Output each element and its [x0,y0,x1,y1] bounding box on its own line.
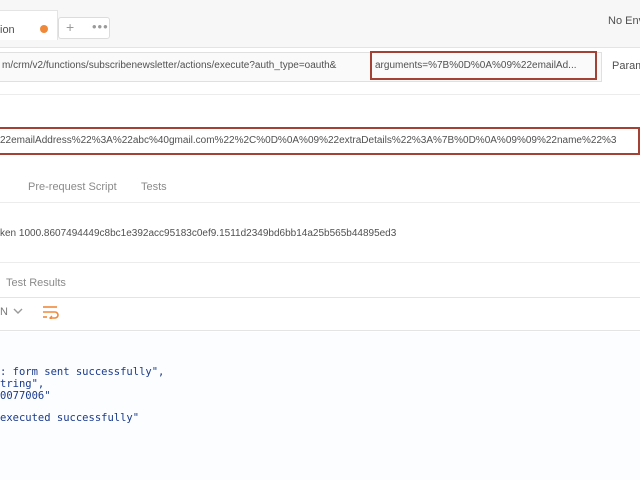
add-tab-button[interactable]: + [66,19,74,35]
url-text: m/crm/v2/functions/subscribenewsletter/a… [2,60,337,71]
code-line: executed successfully" [0,412,140,424]
response-body[interactable]: : form sent successfully", tring", 00770… [0,332,640,480]
divider [0,297,640,298]
chevron-down-icon[interactable] [12,305,24,317]
divider [0,94,640,95]
divider [0,202,640,203]
auth-token-value[interactable]: ken 1000.8607494449c8bc1e392acc95183c0ef… [0,228,640,239]
code-line: 0077006" [0,390,51,402]
body-value[interactable]: 22emailAddress%22%3A%22abc%40gmail.com%2… [0,135,640,146]
environment-selector[interactable]: No Env [608,15,640,27]
format-selector-label[interactable]: N [0,306,8,318]
code-line: : form sent successfully", [0,366,165,378]
url-arguments-text: arguments=%7B%0D%0A%09%22emailAd... [375,60,577,71]
tab-test-results[interactable]: Test Results [6,277,66,289]
code-line: tring", [0,378,45,390]
divider [0,330,640,331]
tab-tests[interactable]: Tests [141,181,167,193]
unsaved-dot-icon [40,25,48,33]
wrap-lines-icon[interactable] [42,305,60,319]
params-button[interactable]: Param [612,60,640,72]
divider [0,262,640,263]
more-tabs-button[interactable]: ••• [92,19,109,34]
tab-pre-request-script[interactable]: Pre-request Script [28,181,117,193]
request-tab-label[interactable]: ion [0,24,15,36]
